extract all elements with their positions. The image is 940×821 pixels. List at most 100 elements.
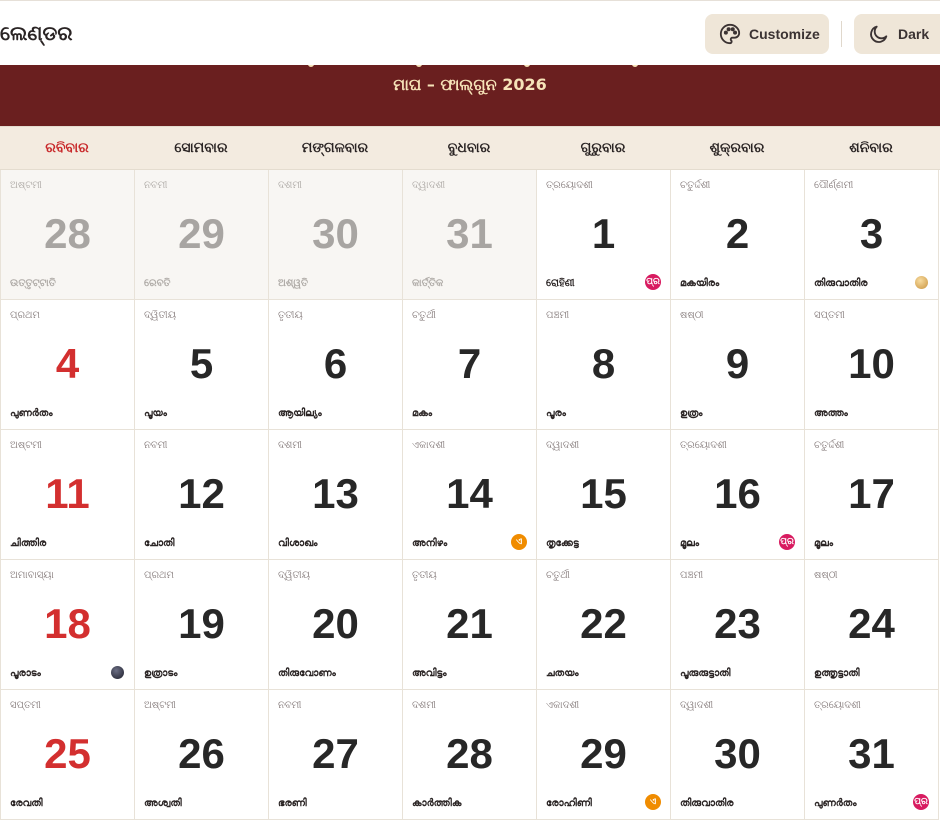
day-number: 30 <box>312 210 359 257</box>
day-number: 29 <box>178 210 225 257</box>
tithi-label: ଷଷ୍ଠୀ <box>814 570 838 581</box>
day-cell[interactable]: ସପ୍ତମୀ 10 അത്തം <box>805 300 939 430</box>
app-title: ଲେଣ୍ଡର <box>0 21 73 45</box>
day-number: 31 <box>446 210 493 257</box>
dark-mode-button[interactable]: Dark <box>854 14 940 54</box>
nakshatra-label: മൂലം <box>680 538 700 549</box>
day-number: 28 <box>446 730 493 777</box>
tithi-label: ଚତୁର୍ଦ୍ଦଶୀ <box>680 180 711 191</box>
banner-clipped-text <box>308 65 638 69</box>
day-cell[interactable]: ଦ୍ୱିତୀୟ 5 പൂയം <box>135 300 269 430</box>
customize-label: Customize <box>749 26 820 42</box>
festival-badge[interactable]: ଏ <box>511 534 527 550</box>
tithi-label: ତୃତୀୟ <box>278 310 303 321</box>
festival-badge[interactable]: ପ୍ର <box>779 534 795 550</box>
day-number: 25 <box>44 730 91 777</box>
day-cell[interactable]: ନବମୀ 29 ରେବତି <box>135 170 269 300</box>
tithi-label: ଅଷ୍ଟମୀ <box>10 440 42 451</box>
festival-badge[interactable]: ପ୍ର <box>913 794 929 810</box>
day-number: 8 <box>591 340 616 387</box>
festival-badge[interactable]: ଏ <box>645 794 661 810</box>
nakshatra-label: ଉତ୍ତୃଟ୍ଟାତି <box>10 278 56 289</box>
nakshatra-label: രേവതി <box>10 798 43 809</box>
day-cell[interactable]: ତୃତୀୟ 6 ആയില്യം <box>269 300 403 430</box>
day-cell[interactable]: ଚତୁର୍ଦ୍ଦଶୀ 17 മൂലം <box>805 430 939 560</box>
nakshatra-label: തിരുവാതിര <box>814 278 868 289</box>
moon-icon <box>870 25 888 43</box>
day-cell[interactable]: ଏକାଦଶୀ 29 രോഹിണി ଏ <box>537 690 671 820</box>
festival-badge[interactable]: ପ୍ର <box>645 274 661 290</box>
day-cell[interactable]: ଦ୍ୱାଦଶୀ 31 କାର୍ତ୍ତିକ <box>403 170 537 300</box>
day-number: 27 <box>312 730 359 777</box>
day-number: 15 <box>580 470 627 517</box>
day-cell[interactable]: ଦଶମୀ 28 കാർത്തിക <box>403 690 537 820</box>
day-cell[interactable]: ଅଷ୍ଟମୀ 11 ചിത്തിര <box>1 430 135 560</box>
tithi-label: ତୃତୀୟ <box>412 570 437 581</box>
day-cell[interactable]: ଦ୍ୱାଦଶୀ 15 തൃക്കേട്ട <box>537 430 671 560</box>
day-number: 11 <box>45 470 90 517</box>
nakshatra-label: മകയിരം <box>680 278 720 289</box>
day-number: 17 <box>848 470 895 517</box>
nakshatra-label: ചോതി <box>144 538 175 549</box>
day-cell[interactable]: ନବମୀ 12 ചോതി <box>135 430 269 560</box>
nakshatra-label: ചിത്തിര <box>10 538 47 549</box>
nakshatra-label: മകം <box>412 408 433 419</box>
day-cell[interactable]: ଅମାବାସ୍ୟା 18 പൂരാടം <box>1 560 135 690</box>
day-cell[interactable]: ଚତୁର୍ଦ୍ଦଶୀ 2 മകയിരം <box>671 170 805 300</box>
tithi-label: ତ୍ରୟୋଦଶୀ <box>814 700 861 711</box>
day-cell[interactable]: ତ୍ରୟୋଦଶୀ 1 ରୋହିଣୀ ପ୍ର <box>537 170 671 300</box>
day-cell[interactable]: ଦଶମୀ 13 വിശാഖം <box>269 430 403 560</box>
nakshatra-label: പുണർതം <box>814 798 857 809</box>
day-cell[interactable]: ଅଷ୍ଟମୀ 26 അശ്വതി <box>135 690 269 820</box>
weekday-label: ଗୁରୁବାର <box>580 140 626 156</box>
tithi-label: ଚତୁର୍ଦ୍ଦଶୀ <box>814 440 845 451</box>
day-number: 9 <box>725 340 750 387</box>
nakshatra-label: പുണർതം <box>10 408 53 419</box>
day-cell[interactable]: ଦ୍ୱାଦଶୀ 30 തിരുവാതിര <box>671 690 805 820</box>
tithi-label: ତ୍ରୟୋଦଶୀ <box>546 180 593 191</box>
day-cell[interactable]: ପଞ୍ଚମୀ 23 പൂരുരുട്ടാതി <box>671 560 805 690</box>
day-cell[interactable]: ଚତୁର୍ଥୀ 22 ചതയം <box>537 560 671 690</box>
nakshatra-label: ഉത്രാടം <box>144 668 178 679</box>
tithi-label: ଦ୍ୱାଦଶୀ <box>412 180 446 191</box>
tithi-label: ସପ୍ତମୀ <box>10 700 41 711</box>
nakshatra-label: രോഹിണി <box>546 798 592 809</box>
day-cell[interactable]: ତୃତୀୟ 21 അവിട്ടം <box>403 560 537 690</box>
weekday-label: ସୋମବାର <box>174 140 228 156</box>
day-cell[interactable]: ପୌର୍ଣ୍ଣମୀ 3 തിരുവാതിര <box>805 170 939 300</box>
nakshatra-label: പൂരുരുട്ടാതി <box>680 668 731 679</box>
day-number: 5 <box>189 340 214 387</box>
day-cell[interactable]: ପ୍ରଥମ 4 പുണർതം <box>1 300 135 430</box>
day-number: 19 <box>178 600 225 647</box>
tithi-label: ଏକାଦଶୀ <box>412 440 446 451</box>
day-cell[interactable]: ପ୍ରଥମ 19 ഉത്രാടം <box>135 560 269 690</box>
day-cell[interactable]: ଦ୍ୱିତୀୟ 20 തിരുവോണം <box>269 560 403 690</box>
day-cell[interactable]: ଏକାଦଶୀ 14 അനിഴം ଏ <box>403 430 537 560</box>
day-cell[interactable]: ଷଷ୍ଠୀ 9 ഉത്രം <box>671 300 805 430</box>
nakshatra-label: കാർത്തിക <box>412 798 462 809</box>
day-cell[interactable]: ଦଶମୀ 30 ଅଶ୍ୱତି <box>269 170 403 300</box>
day-cell[interactable]: ସପ୍ତମୀ 25 രേവതി <box>1 690 135 820</box>
day-number: 23 <box>714 600 761 647</box>
day-cell[interactable]: ଅଷ୍ଟମୀ 28 ଉତ୍ତୃଟ୍ଟାତି <box>1 170 135 300</box>
day-cell[interactable]: ତ୍ରୟୋଦଶୀ 16 മൂലം ପ୍ର <box>671 430 805 560</box>
day-cell[interactable]: ପଞ୍ଚମୀ 8 പൂരം <box>537 300 671 430</box>
nakshatra-label: അശ്വതി <box>144 798 182 809</box>
day-cell[interactable]: ଷଷ୍ଠୀ 24 ഉത്തൃട്ടാതി <box>805 560 939 690</box>
day-number: 31 <box>848 730 895 777</box>
day-cell[interactable]: ଚତୁର୍ଥୀ 7 മകം <box>403 300 537 430</box>
day-number: 1 <box>591 210 616 257</box>
day-number: 29 <box>580 730 627 777</box>
tithi-label: ସପ୍ତମୀ <box>814 310 845 321</box>
nakshatra-label: ആയില്യം <box>278 408 322 419</box>
palette-icon <box>719 23 741 45</box>
customize-button[interactable]: Customize <box>705 14 829 54</box>
nakshatra-label: തിരുവോണം <box>278 668 336 679</box>
day-number: 12 <box>178 470 225 517</box>
tithi-label: ନବମୀ <box>144 440 168 451</box>
day-cell[interactable]: ନବମୀ 27 ഭരണി <box>269 690 403 820</box>
weekday-label: ଶୁକ୍ରବାର <box>709 140 765 156</box>
new-moon-icon <box>111 666 124 679</box>
tithi-label: ପଞ୍ଚମୀ <box>680 570 704 581</box>
day-cell[interactable]: ତ୍ରୟୋଦଶୀ 31 പുണർതം ପ୍ର <box>805 690 939 820</box>
